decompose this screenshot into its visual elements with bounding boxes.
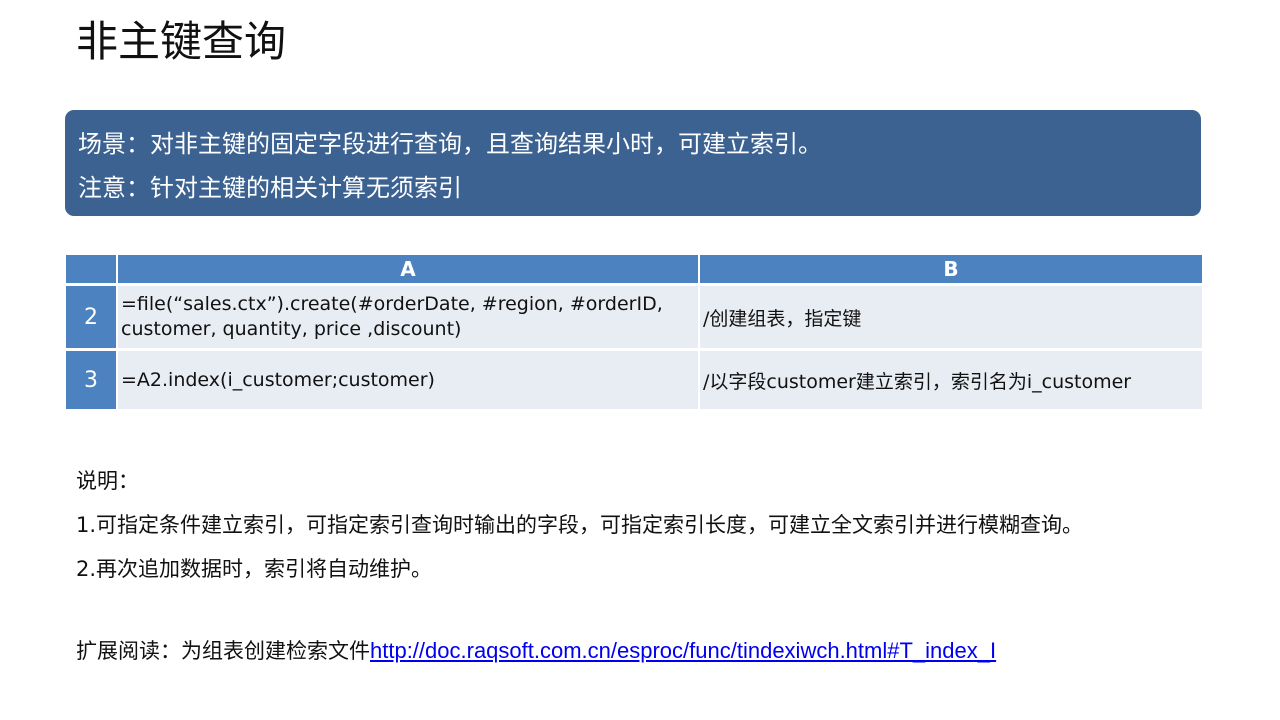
page-title: 非主键查询 [76, 17, 287, 66]
code-grid: A B 2 =file(“sales.ctx”).create(#orderDa… [66, 255, 1202, 409]
doc-link[interactable]: http://doc.raqsoft.com.cn/esproc/func/ti… [370, 638, 996, 663]
column-header-b: B [700, 255, 1202, 283]
callout-scenario-line: 场景：对非主键的固定字段进行查询，且查询结果小时，可建立索引。 [78, 130, 822, 158]
cell-a-code: =file(“sales.ctx”).create(#orderDate, #r… [118, 283, 700, 348]
grid-row: 2 =file(“sales.ctx”).create(#orderDate, … [66, 283, 1202, 348]
notes-section: 说明： 1.可指定条件建立索引，可指定索引查询时输出的字段，可指定索引长度，可建… [76, 459, 1083, 591]
note-item: 2.再次追加数据时，索引将自动维护。 [76, 557, 433, 581]
row-number: 3 [66, 348, 118, 409]
callout-note-line: 注意：针对主键的相关计算无须索引 [78, 174, 462, 202]
column-header-a: A [118, 255, 700, 283]
row-number: 2 [66, 283, 118, 348]
further-reading: 扩展阅读：为组表创建检索文件http://doc.raqsoft.com.cn/… [76, 629, 996, 673]
grid-row: 3 =A2.index(i_customer;customer) /以字段cus… [66, 348, 1202, 409]
cell-a-line: =A2.index(i_customer;customer) [121, 368, 435, 391]
note-item: 1.可指定条件建立索引，可指定索引查询时输出的字段，可指定索引长度，可建立全文索… [76, 513, 1084, 537]
scenario-callout: 场景：对非主键的固定字段进行查询，且查询结果小时，可建立索引。 注意：针对主键的… [65, 110, 1201, 216]
cell-a-line: customer, quantity, price ,discount) [121, 318, 462, 340]
cell-b-comment: /以字段customer建立索引，索引名为i_customer [700, 348, 1202, 409]
notes-heading: 说明： [76, 469, 139, 493]
cell-a-line: =file(“sales.ctx”).create(#orderDate, #r… [121, 293, 663, 315]
cell-b-comment: /创建组表，指定键 [700, 283, 1202, 348]
grid-corner-cell [66, 255, 118, 283]
grid-header-row: A B [66, 255, 1202, 283]
further-reading-label: 扩展阅读：为组表创建检索文件 [76, 639, 370, 663]
cell-a-code: =A2.index(i_customer;customer) [118, 348, 700, 409]
